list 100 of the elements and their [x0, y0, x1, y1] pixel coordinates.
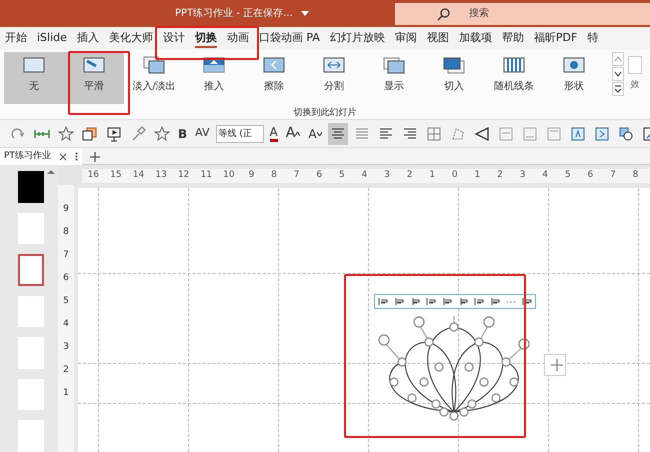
circle-slide-icon [562, 56, 586, 74]
align-center-icon [330, 126, 346, 142]
ribbon-tab[interactable]: 美化大师 [104, 27, 158, 50]
align-left-icon [378, 126, 394, 142]
transition-option[interactable]: 淡入/淡出 [124, 52, 184, 104]
ribbon-tab[interactable]: 开始 [0, 27, 32, 50]
font-field[interactable]: 等线 (正 [216, 124, 264, 142]
presentation-icon [106, 126, 122, 142]
ruler-number: 14 [132, 169, 146, 182]
transition-option[interactable]: 平滑 [64, 52, 124, 104]
transition-option[interactable]: 擦除 [244, 52, 304, 104]
slide-thumbnail[interactable] [18, 254, 44, 286]
ruler-number: 6 [586, 169, 594, 182]
grow-font-button[interactable]: A [284, 122, 302, 144]
ruler-number: 7 [292, 169, 300, 182]
ruler-number: 10 [222, 169, 236, 182]
wipe-slide-icon [262, 56, 286, 74]
ribbon-tab[interactable]: 设计 [158, 27, 190, 50]
ruler-number: 9 [248, 169, 256, 182]
scroll-down-icon[interactable] [612, 67, 624, 81]
blank-slide-icon [22, 56, 46, 74]
ribbon-tab[interactable]: 视图 [422, 27, 454, 50]
ruler-number: 13 [154, 169, 168, 182]
ribbon-tab[interactable]: 动画 [222, 27, 254, 50]
transition-option[interactable]: 显示 [364, 52, 424, 104]
ruler-number: 4 [541, 169, 550, 182]
scroll-up-icon[interactable] [47, 169, 55, 175]
ruler-number: 5 [564, 169, 572, 182]
up-caret-icon [295, 132, 300, 136]
annotation-box [68, 51, 130, 115]
align-left-icon[interactable] [378, 297, 388, 306]
transition-option[interactable]: 随机线条 [484, 52, 544, 104]
ruler-number: 4 [360, 169, 368, 182]
ribbon-tab[interactable]: 切换 [190, 27, 222, 50]
transition-option[interactable]: 无 [4, 52, 64, 104]
more-icon[interactable] [612, 82, 624, 96]
ribbon-tab[interactable]: 特 [582, 27, 604, 50]
close-icon[interactable] [58, 152, 67, 160]
ruler-number: 8 [270, 169, 278, 182]
align-center-icon[interactable] [394, 297, 404, 306]
ruler-number: 2 [406, 169, 414, 182]
ruler-number: 7 [63, 249, 69, 262]
ruler-number: 9 [63, 203, 69, 216]
ruler-number: 1 [63, 387, 69, 400]
ruler-number: 5 [63, 295, 69, 308]
transition-option[interactable]: 形状 [544, 52, 604, 104]
ruler-number: 16 [86, 169, 100, 182]
down-caret-icon [316, 132, 322, 136]
ribbon-tab[interactable]: 幻灯片放映 [324, 27, 390, 50]
ribbon-tab[interactable]: 福昕PDF [528, 27, 582, 50]
transition-option[interactable]: 分割 [304, 52, 364, 104]
shrink-font-button[interactable]: A [306, 122, 324, 144]
ruler-number: 2 [63, 364, 69, 377]
search-field[interactable]: 搜索 [395, 2, 650, 24]
text-box-icon [498, 126, 514, 142]
search-icon [437, 6, 451, 20]
add-button[interactable] [544, 354, 566, 376]
transition-option[interactable]: 推入 [184, 52, 244, 104]
pointer-box-icon [82, 126, 98, 142]
shape-outline-icon [450, 126, 466, 142]
window-title: PPT练习作业 - 正在保存... [175, 6, 293, 21]
add-tab-icon[interactable] [90, 152, 100, 162]
ruler-number: 0 [450, 169, 459, 182]
ribbon-tab[interactable]: 口袋动画 PA [254, 27, 325, 50]
slide-thumbnail[interactable] [18, 171, 44, 203]
font-color-button[interactable]: A [268, 122, 280, 144]
document-tab[interactable]: PT练习作业 [0, 148, 82, 165]
ruler-number: 6 [315, 169, 324, 182]
ruler-number: 1 [474, 169, 482, 182]
bold-button[interactable]: B [176, 122, 190, 144]
overlapping-slides-icon [142, 56, 166, 74]
ruler-number: 2 [496, 169, 504, 182]
caret-icon[interactable] [300, 10, 309, 16]
brush-icon [130, 126, 146, 142]
ruler-number: 15 [109, 169, 123, 182]
ribbon-tab[interactable]: 加载项 [454, 27, 497, 50]
ruler-number: 4 [63, 318, 69, 331]
ruler-number: 8 [63, 226, 69, 239]
overlapping-slides-icon [382, 56, 406, 74]
character-spacing-button[interactable]: AV [193, 122, 212, 144]
ribbon-tab[interactable]: 插入 [72, 27, 104, 50]
align-center-button[interactable] [328, 122, 348, 144]
redo-icon [10, 126, 26, 142]
vertical-lines-icon [502, 56, 526, 74]
ruler-number: 12 [176, 169, 190, 182]
text-frame-icon [570, 126, 586, 142]
effect-options-label[interactable]: 效 [630, 79, 640, 92]
ruler-number: 11 [200, 169, 213, 182]
star-icon [58, 126, 74, 142]
ribbon-tab[interactable]: 审阅 [390, 27, 422, 50]
transition-option[interactable]: 切入 [424, 52, 484, 104]
ruler-number: 3 [518, 169, 526, 182]
ribbon-tab[interactable]: iSlide [32, 27, 72, 50]
ribbon-tab[interactable]: 帮助 [496, 27, 529, 50]
split-slide-icon [322, 56, 346, 74]
ruler-number: 6 [63, 272, 69, 285]
more-options-icon[interactable] [74, 152, 78, 161]
ruler-number: 3 [63, 341, 69, 354]
group-label: 切换到此幻灯片 [294, 108, 356, 118]
ruler-number: 5 [338, 169, 346, 182]
